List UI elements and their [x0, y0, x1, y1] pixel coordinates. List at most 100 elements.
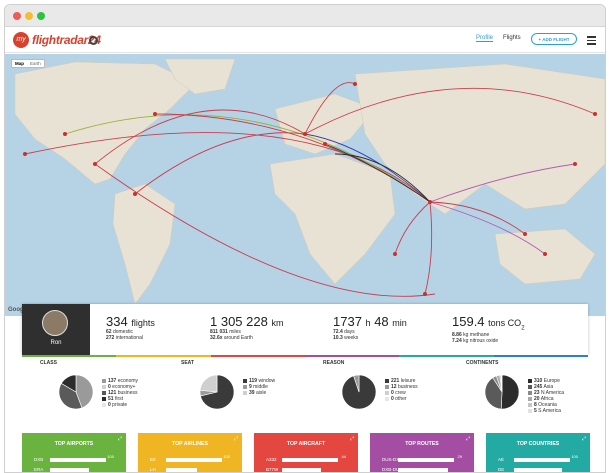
tile-row-count: 44	[341, 454, 346, 459]
minutes-unit: min	[392, 318, 407, 328]
co2-subscript: 2	[521, 325, 525, 332]
legend-swatch	[385, 378, 389, 383]
tile-top-airports[interactable]: TOP AIRPORTS ⤢ DXB 100 ERA	[22, 433, 126, 472]
menu-icon[interactable]	[587, 36, 596, 47]
legend-swatch	[243, 384, 247, 389]
distance-unit: km	[271, 318, 284, 328]
legend-count: 39	[249, 390, 255, 396]
breakdown-class: CLASS 137 economy 0 economy+ 121 business 51…	[40, 360, 138, 410]
nav-profile[interactable]: Profile	[476, 35, 494, 42]
close-dot-icon[interactable]	[13, 12, 21, 20]
tile-row-label: AE	[498, 457, 505, 462]
world-map-svg	[14, 58, 605, 305]
pie-chart[interactable]	[199, 374, 235, 410]
legend-count: 0	[391, 396, 394, 402]
legend-swatch	[528, 378, 532, 383]
expand-icon[interactable]: ⤢	[466, 436, 470, 442]
pie-slice[interactable]	[500, 374, 520, 410]
minutes-value: 48	[374, 314, 389, 329]
pie-legend: 310 Europe 245 Asia 23 N America 20 Africa 8…	[528, 378, 564, 414]
legend-swatch	[102, 384, 106, 389]
map-type-toggle[interactable]: Map Earth	[11, 59, 45, 68]
breakdown-reason: REASON 221 leisure 12 business 0 crew 0 othe…	[323, 360, 418, 410]
tile-top-routes[interactable]: TOP ROUTES ⤢ DUS-DXB 29 DXB-DUS	[370, 433, 474, 472]
maximize-dot-icon[interactable]	[37, 12, 45, 20]
expand-icon[interactable]: ⤢	[350, 436, 354, 442]
tile-row-label: DE	[498, 467, 505, 472]
legend-swatch	[385, 384, 389, 389]
australia-shape	[494, 228, 596, 285]
legend-swatch	[385, 396, 389, 401]
tile-row-count: 100	[107, 454, 114, 459]
earth-count: 32.6x	[210, 335, 223, 341]
user-name: Ron	[50, 340, 62, 346]
tile-row-count: 100	[571, 454, 578, 459]
tile-row-bar	[514, 468, 562, 472]
expand-icon[interactable]: ⤢	[118, 436, 122, 442]
tile-row-label: B77W	[266, 467, 279, 472]
radar-icon[interactable]	[89, 36, 98, 45]
tile-row-count: 100	[223, 454, 230, 459]
pie-chart[interactable]	[58, 374, 94, 410]
nav-flights[interactable]: Flights	[503, 35, 521, 41]
legend-swatch	[528, 402, 532, 407]
tile-title: TOP AIRLINES	[172, 441, 208, 447]
add-flight-button[interactable]: + ADD FLIGHT	[531, 33, 577, 45]
app-header: my flightradar24 Profile Flights + ADD F…	[5, 27, 605, 53]
expand-icon[interactable]: ⤢	[234, 436, 238, 442]
tile-top-airlines[interactable]: TOP AIRLINES ⤢ EK 100 LH	[138, 433, 242, 472]
map-tab[interactable]: Map	[12, 60, 27, 67]
stats-bar: Ron 334 flights 62 domestic 272 internat…	[22, 304, 588, 355]
tile-title: TOP AIRPORTS	[54, 441, 94, 447]
nitrous-label: kg nitrous oxide	[463, 337, 499, 344]
avatar[interactable]	[42, 310, 68, 336]
expand-icon[interactable]: ⤢	[582, 436, 586, 442]
legend-swatch	[528, 396, 532, 401]
pie-legend: 221 leisure 12 business 0 crew 0 other	[385, 378, 418, 402]
earth-label: around Earth	[223, 335, 253, 341]
africa-shape	[269, 153, 396, 285]
tile-row-bar	[282, 458, 338, 462]
hours-unit: h	[365, 318, 371, 328]
tile-row-bar	[50, 458, 106, 462]
tile-title: TOP AIRCRAFT	[286, 441, 326, 447]
tile-row-bar	[398, 468, 448, 472]
tile-row-label: ERA	[34, 467, 44, 472]
weeks-count: 10.3	[333, 335, 343, 341]
earth-tab[interactable]: Earth	[27, 60, 44, 67]
pie-legend: 119 window 9 middle 39 aisle	[243, 378, 275, 396]
tile-row-label: DXB	[34, 457, 44, 462]
tile-top-countries[interactable]: TOP COUNTRIES ⤢ AE 100 DE	[486, 433, 590, 472]
tile-row-bar	[282, 468, 321, 472]
browser-window: my flightradar24 Profile Flights + ADD F…	[4, 4, 606, 473]
legend-item: 0 private	[102, 402, 138, 408]
legend-item: 39 aisle	[243, 390, 275, 396]
user-panel[interactable]: Ron	[22, 304, 90, 355]
stat-co2: 159.4 tons CO2 8.86 kg methane 7.24 kg n…	[452, 314, 525, 344]
pie-chart[interactable]	[484, 374, 520, 410]
weeks-label: weeks	[344, 335, 359, 341]
tile-row-label: A332	[266, 457, 277, 462]
legend-swatch	[528, 384, 532, 389]
legend-swatch	[102, 390, 106, 395]
logo-icon[interactable]: my	[13, 32, 29, 48]
south-america-shape	[112, 183, 176, 305]
tile-title: TOP COUNTRIES	[516, 441, 560, 447]
legend-count: 0	[108, 402, 111, 408]
tile-top-aircraft[interactable]: TOP AIRCRAFT ⤢ A332 44 B77W	[254, 433, 358, 472]
tile-title: TOP ROUTES	[405, 441, 439, 447]
minimize-dot-icon[interactable]	[25, 12, 33, 20]
distance-value: 1 305 228	[210, 314, 268, 329]
pie-slice[interactable]	[199, 374, 218, 393]
stat-distance: 1 305 228 km 811 031 miles 32.6x around …	[210, 314, 283, 341]
legend-swatch	[528, 390, 532, 395]
legend-label: other	[395, 396, 407, 402]
stat-time: 1737 h 48 min 72.4 days 10.3 weeks	[333, 314, 407, 341]
breakdown-title: REASON	[323, 360, 345, 366]
pie-chart[interactable]	[341, 374, 377, 410]
tile-row-count: 29	[457, 454, 462, 459]
tile-row-bar	[514, 458, 570, 462]
co2-unit: tons CO	[488, 318, 522, 328]
flight-map[interactable]: Map Earth Google	[5, 54, 605, 316]
stat-flights: 334 flights 62 domestic 272 internationa…	[106, 314, 155, 341]
